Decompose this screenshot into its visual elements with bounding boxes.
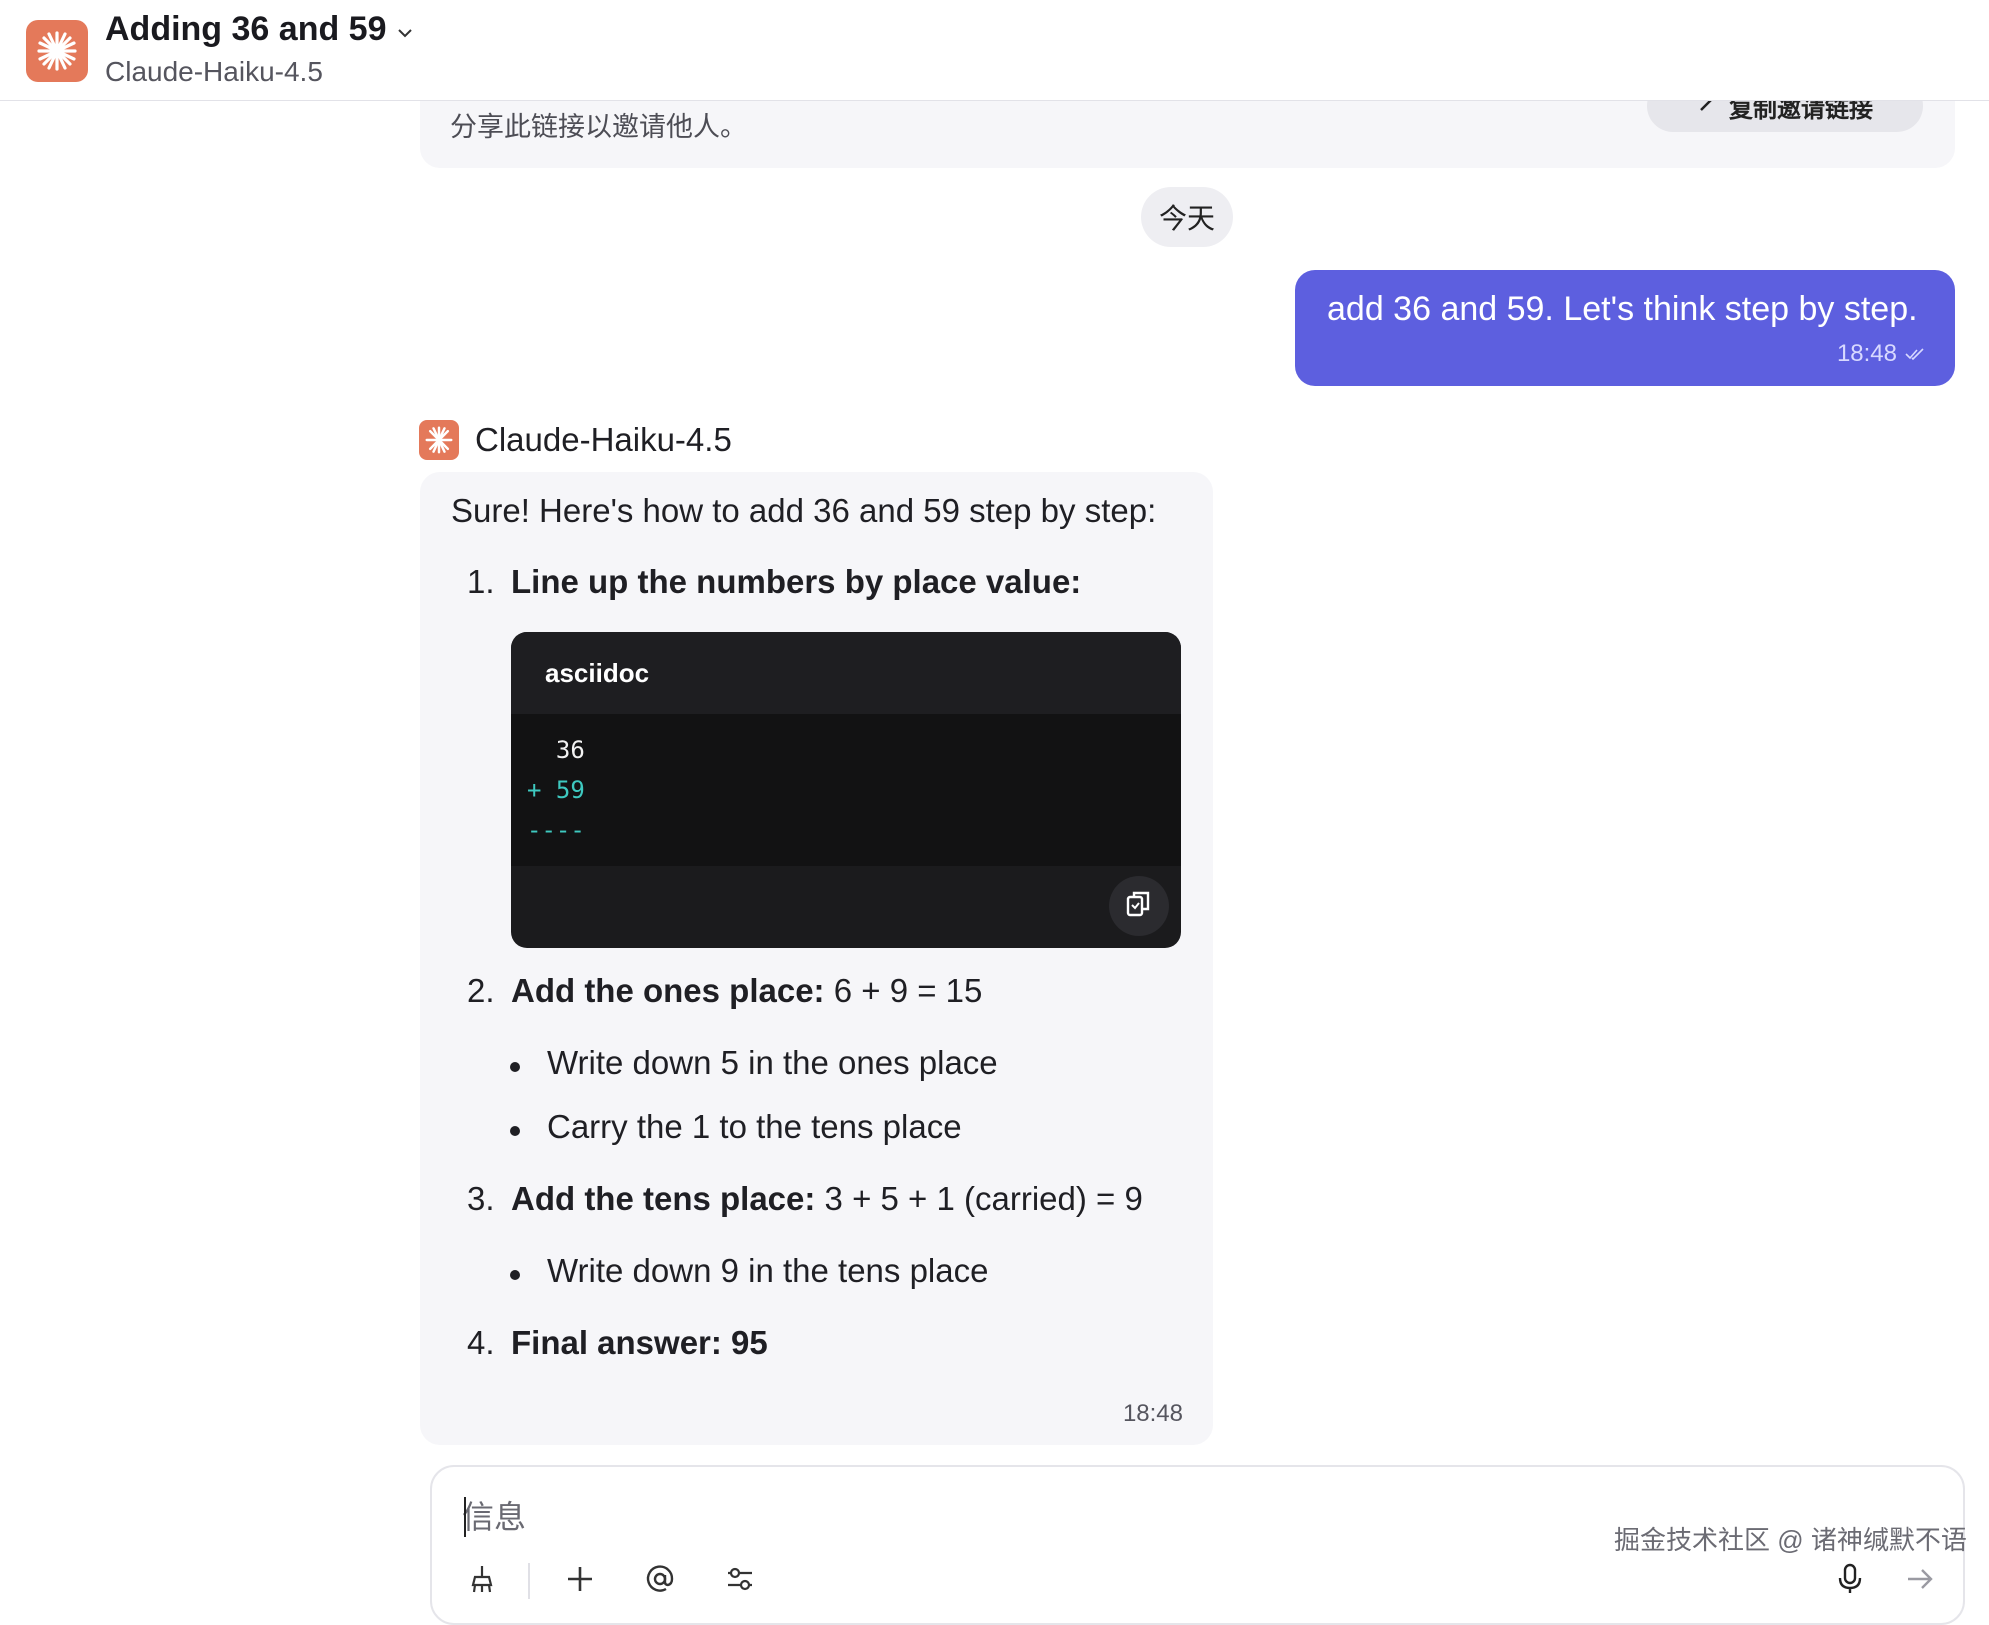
step-number: 4. — [467, 1324, 495, 1361]
chevron-down-icon — [397, 19, 413, 45]
step-line: Add the tens place: 3 + 5 + 1 (carried) … — [511, 1180, 1143, 1218]
step-line: Add the ones place: 6 + 9 = 15 — [511, 972, 982, 1010]
sliders-icon — [724, 1563, 756, 1600]
bullet-text: Write down 9 in the tens place — [547, 1252, 989, 1289]
arrow-right-icon — [1904, 1563, 1936, 1600]
double-check-icon — [1905, 340, 1925, 368]
code-content[interactable]: 36 + 59 ---- — [511, 714, 1181, 866]
attach-button[interactable] — [558, 1559, 602, 1603]
step-detail: 3 + 5 + 1 (carried) = 9 — [815, 1180, 1143, 1217]
copy-icon — [1124, 889, 1154, 924]
message-input[interactable] — [462, 1495, 1362, 1539]
header-bot-name: Claude-Haiku-4.5 — [105, 56, 323, 87]
code-block-header: asciidoc — [511, 632, 1181, 714]
conversation-title[interactable]: Adding 36 and 59 — [105, 10, 413, 49]
step-number: 3. — [467, 1180, 495, 1217]
code-line: 36 — [527, 736, 585, 764]
step-title: Add the ones place: — [511, 972, 825, 1009]
invite-text: 分享此链接以邀请他人。 — [450, 112, 747, 142]
bullet-dot — [510, 1270, 520, 1280]
bot-message-time: 18:48 — [1122, 1400, 1183, 1427]
code-line: + 59 — [527, 776, 585, 804]
microphone-icon — [1836, 1563, 1864, 1600]
code-block: asciidoc 36 + 59 ---- — [511, 632, 1181, 948]
user-message-bubble[interactable]: add 36 and 59. Let's think step by step.… — [1295, 270, 1955, 386]
mention-button[interactable] — [638, 1559, 682, 1603]
bot-name[interactable]: Claude-Haiku-4.5 — [475, 421, 732, 459]
copy-code-button[interactable] — [1109, 876, 1169, 936]
plus-icon — [565, 1564, 595, 1599]
toolbar-divider — [528, 1563, 530, 1599]
bot-intro-text: Sure! Here's how to add 36 and 59 step b… — [451, 492, 1157, 529]
bullet-text: Write down 5 in the ones place — [547, 1044, 998, 1081]
code-language-label: asciidoc — [545, 658, 650, 688]
send-button[interactable] — [1898, 1559, 1942, 1603]
settings-sliders-button[interactable] — [718, 1559, 762, 1603]
bot-logo-icon[interactable] — [26, 20, 88, 82]
bullet-text: Carry the 1 to the tens place — [547, 1108, 962, 1145]
user-message-text: add 36 and 59. Let's think step by step. — [1327, 290, 1918, 328]
bot-message-bubble: Sure! Here's how to add 36 and 59 step b… — [420, 472, 1213, 1445]
broom-icon — [466, 1563, 498, 1600]
conversation-title-text: Adding 36 and 59 — [105, 10, 387, 48]
step-number: 1. — [467, 563, 495, 600]
at-icon — [644, 1563, 676, 1600]
date-separator: 今天 — [1141, 187, 1233, 247]
watermark-text: 掘金技术社区 @ 诸神缄默不语 — [1614, 1525, 1967, 1555]
user-message-meta: 18:48 — [1837, 340, 1925, 368]
bullet-dot — [510, 1126, 520, 1136]
step-title: Add the tens place: — [511, 1180, 816, 1217]
bot-message-header: Claude-Haiku-4.5 — [419, 420, 732, 460]
step-detail: 6 + 9 = 15 — [824, 972, 983, 1009]
voice-input-button[interactable] — [1828, 1559, 1872, 1603]
chat-header: Adding 36 and 59 Claude-Haiku-4.5 — [0, 0, 1989, 101]
bot-avatar-icon[interactable] — [419, 420, 459, 460]
step-title: Line up the numbers by place value: — [511, 563, 1082, 600]
user-message-time: 18:48 — [1836, 340, 1897, 367]
clear-context-button[interactable] — [460, 1559, 504, 1603]
final-answer: Final answer: 95 — [511, 1324, 768, 1361]
code-line: ---- — [527, 816, 585, 844]
text-caret — [464, 1497, 466, 1537]
bullet-dot — [510, 1062, 520, 1072]
step-number: 2. — [467, 972, 495, 1009]
